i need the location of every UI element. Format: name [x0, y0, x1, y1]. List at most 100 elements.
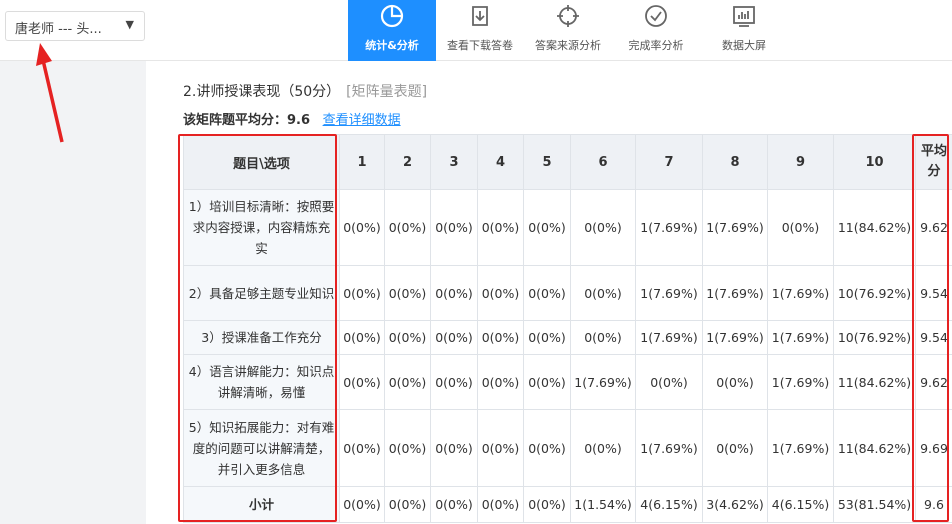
top-toolbar: 唐老师 --- 头... ▼ 统计&分析 查看下载答卷 答案来源分析 完成率分析… [0, 0, 952, 61]
table-cell: 1(7.69%) [635, 320, 703, 355]
nav-source-analysis[interactable]: 答案来源分析 [524, 0, 612, 61]
row-average: 9.54 [915, 265, 952, 321]
table-cell: 1(7.69%) [767, 320, 834, 355]
table-cell: 0(0%) [702, 354, 768, 410]
nav-label: 答案来源分析 [535, 39, 601, 52]
table-cell: 11(84.62%) [833, 409, 916, 487]
table-header-row: 题目\选项 1 2 3 4 5 6 7 8 9 10 平均分 [183, 134, 952, 190]
table-cell: 0(0%) [570, 189, 636, 266]
nav-label: 数据大屏 [722, 39, 766, 52]
column-header: 4 [477, 134, 524, 190]
table-cell: 0(0%) [430, 189, 478, 266]
table-cell: 0(0%) [477, 320, 524, 355]
subtotal-row: 小计 0(0%) 0(0%) 0(0%) 0(0%) 0(0%) 1(1.54%… [183, 486, 952, 523]
table-cell: 0(0%) [635, 354, 703, 410]
matrix-average: 该矩阵题平均分：9.6 查看详细数据 [183, 109, 401, 128]
table-cell: 0(0%) [523, 189, 571, 266]
table-cell: 0(0%) [477, 486, 524, 523]
table-cell: 1(7.69%) [635, 265, 703, 321]
table-cell: 4(6.15%) [635, 486, 703, 523]
table-cell: 1(7.69%) [702, 320, 768, 355]
question-title-text: 2.讲师授课表现（50分） [183, 84, 341, 100]
table-cell: 1(7.69%) [570, 354, 636, 410]
table-cell: 1(7.69%) [635, 189, 703, 266]
column-header: 2 [384, 134, 431, 190]
table-cell: 0(0%) [477, 189, 524, 266]
table-cell: 1(7.69%) [767, 354, 834, 410]
table-row: 1）培训目标清晰：按照要求内容授课，内容精炼充实 0(0%) 0(0%) 0(0… [183, 189, 952, 266]
table-cell: 0(0%) [384, 354, 431, 410]
table-cell: 0(0%) [339, 265, 385, 321]
left-panel [0, 61, 146, 524]
table-cell: 0(0%) [384, 486, 431, 523]
column-header: 10 [833, 134, 916, 190]
row-label: 4）语言讲解能力：知识点讲解清晰，易懂 [183, 354, 340, 410]
dashboard-screen-icon [733, 6, 755, 27]
table-cell: 53(81.54%) [833, 486, 916, 523]
table-cell: 0(0%) [477, 265, 524, 321]
table-cell: 0(0%) [384, 409, 431, 487]
nav-data-screen[interactable]: 数据大屏 [700, 0, 788, 61]
nav-label: 统计&分析 [365, 39, 419, 52]
nav-stats-analysis[interactable]: 统计&分析 [348, 0, 436, 61]
table-cell: 0(0%) [523, 486, 571, 523]
column-header: 9 [767, 134, 834, 190]
nav-label: 查看下载答卷 [447, 39, 513, 52]
row-average: 9.62 [915, 354, 952, 410]
subtotal-label: 小计 [183, 486, 340, 523]
row-label: 5）知识拓展能力：对有难度的问题可以讲解清楚，并引入更多信息 [183, 409, 340, 487]
table-cell: 0(0%) [570, 320, 636, 355]
column-header-average: 平均分 [915, 134, 952, 190]
avg-value: 9.6 [287, 113, 311, 128]
row-average: 9.62 [915, 189, 952, 266]
table-cell: 0(0%) [339, 486, 385, 523]
table-cell: 0(0%) [523, 354, 571, 410]
table-cell: 0(0%) [339, 354, 385, 410]
column-header: 3 [430, 134, 478, 190]
table-cell: 0(0%) [570, 409, 636, 487]
nav-label: 完成率分析 [628, 39, 684, 52]
report-nav: 统计&分析 查看下载答卷 答案来源分析 完成率分析 数据大屏 [348, 0, 788, 61]
nav-completion-analysis[interactable]: 完成率分析 [612, 0, 700, 61]
table-cell: 3(4.62%) [702, 486, 768, 523]
table-cell: 11(84.62%) [833, 354, 916, 410]
row-label: 2）具备足够主题专业知识 [183, 265, 340, 321]
table-cell: 0(0%) [430, 409, 478, 487]
question-type-tag: [矩阵量表题] [346, 84, 428, 100]
table-cell: 0(0%) [570, 265, 636, 321]
table-cell: 0(0%) [339, 189, 385, 266]
table-row: 2）具备足够主题专业知识 0(0%) 0(0%) 0(0%) 0(0%) 0(0… [183, 265, 952, 321]
table-cell: 11(84.62%) [833, 189, 916, 266]
table-cell: 1(7.69%) [767, 409, 834, 487]
column-header: 题目\选项 [183, 134, 340, 190]
download-icon [472, 6, 488, 26]
table-cell: 0(0%) [339, 409, 385, 487]
column-header: 7 [635, 134, 703, 190]
table-cell: 0(0%) [384, 320, 431, 355]
table-cell: 0(0%) [339, 320, 385, 355]
table-cell: 0(0%) [384, 265, 431, 321]
chevron-down-icon: ▼ [125, 18, 134, 31]
teacher-select[interactable]: 唐老师 --- 头... ▼ [5, 11, 145, 41]
table-cell: 0(0%) [523, 409, 571, 487]
table-cell: 0(0%) [523, 265, 571, 321]
nav-view-download[interactable]: 查看下载答卷 [436, 0, 524, 61]
column-header: 6 [570, 134, 636, 190]
table-row: 3）授课准备工作充分 0(0%) 0(0%) 0(0%) 0(0%) 0(0%)… [183, 320, 952, 355]
table-cell: 0(0%) [430, 265, 478, 321]
column-header: 5 [523, 134, 571, 190]
crosshair-icon [557, 5, 579, 27]
pie-chart-icon [380, 4, 404, 28]
table-cell: 0(0%) [702, 409, 768, 487]
table-cell: 10(76.92%) [833, 265, 916, 321]
question-panel: 2.讲师授课表现（50分） [矩阵量表题] 该矩阵题平均分：9.6 查看详细数据 … [146, 61, 952, 524]
table-cell: 4(6.15%) [767, 486, 834, 523]
table-cell: 0(0%) [767, 189, 834, 266]
subtotal-average: 9.6 [915, 486, 952, 523]
row-label: 3）授课准备工作充分 [183, 320, 340, 355]
table-cell: 1(1.54%) [570, 486, 636, 523]
question-title: 2.讲师授课表现（50分） [矩阵量表题] [183, 81, 427, 101]
column-header: 8 [702, 134, 768, 190]
view-details-link[interactable]: 查看详细数据 [323, 113, 401, 128]
table-cell: 0(0%) [430, 320, 478, 355]
